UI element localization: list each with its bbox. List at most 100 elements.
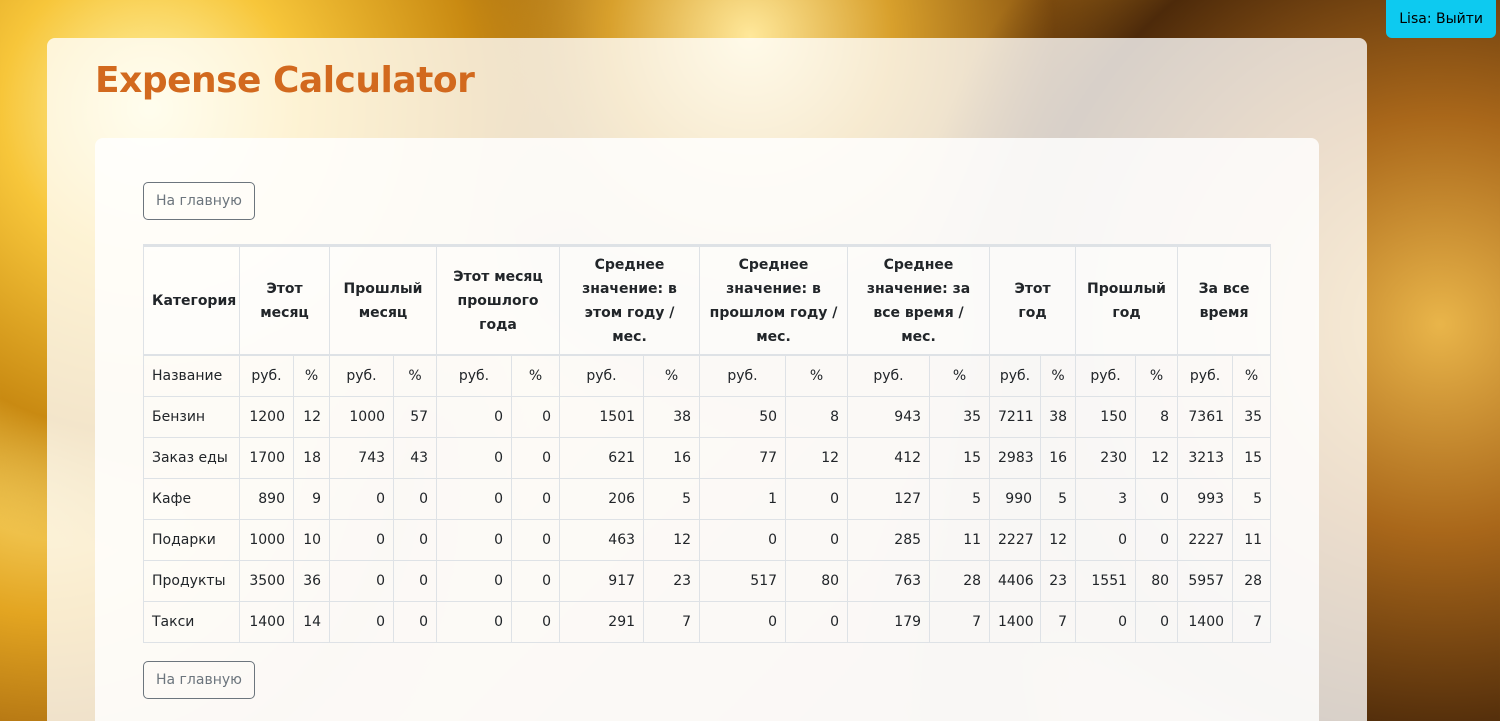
percent-cell: 43	[393, 436, 438, 479]
percent-cell: 0	[393, 559, 438, 602]
unit-label: %	[1135, 354, 1179, 397]
percent-cell: 12	[292, 395, 331, 438]
column-header: Прошлый год	[1075, 245, 1179, 356]
units-row: Название руб.% руб.% руб.% руб.% руб.% р…	[143, 354, 1272, 397]
main-container: Expense Calculator На главную Категория …	[47, 38, 1367, 721]
category-name: Продукты	[143, 559, 240, 602]
unit-label: руб.	[436, 354, 513, 397]
percent-cell: 35	[929, 395, 991, 438]
category-name: Такси	[143, 600, 240, 643]
percent-cell: 0	[511, 436, 561, 479]
table-header-row: Категория Этот месяц Прошлый месяц Этот …	[143, 245, 1272, 356]
percent-cell: 12	[643, 518, 701, 561]
percent-cell: 15	[929, 436, 991, 479]
amount-cell: 3500	[239, 559, 294, 602]
unit-label: Название	[143, 354, 240, 397]
amount-cell: 1400	[989, 600, 1042, 643]
percent-cell: 5	[1040, 477, 1077, 520]
percent-cell: 7	[643, 600, 701, 643]
percent-cell: 5	[929, 477, 991, 520]
percent-cell: 12	[785, 436, 849, 479]
amount-cell: 150	[1075, 395, 1137, 438]
percent-cell: 18	[292, 436, 331, 479]
percent-cell: 7	[1040, 600, 1077, 643]
percent-cell: 16	[1040, 436, 1077, 479]
percent-cell: 0	[1135, 600, 1179, 643]
amount-cell: 0	[436, 518, 513, 561]
percent-cell: 35	[1232, 395, 1272, 438]
home-button-top[interactable]: На главную	[143, 182, 255, 220]
percent-cell: 11	[1232, 518, 1272, 561]
percent-cell: 10	[292, 518, 331, 561]
unit-label: %	[511, 354, 561, 397]
percent-cell: 28	[1232, 559, 1272, 602]
home-button-bottom[interactable]: На главную	[143, 661, 255, 699]
percent-cell: 7	[1232, 600, 1272, 643]
amount-cell: 890	[239, 477, 294, 520]
amount-cell: 0	[329, 559, 395, 602]
amount-cell: 0	[436, 600, 513, 643]
percent-cell: 38	[643, 395, 701, 438]
amount-cell: 5957	[1177, 559, 1234, 602]
amount-cell: 943	[847, 395, 931, 438]
unit-label: руб.	[847, 354, 931, 397]
report-panel: На главную Категория Этот месяц Прошлый …	[95, 138, 1319, 721]
column-header: Среднее значение: в прошлом году / мес.	[699, 245, 849, 356]
category-name: Подарки	[143, 518, 240, 561]
amount-cell: 0	[1075, 518, 1137, 561]
expense-report-table: Категория Этот месяц Прошлый месяц Этот …	[143, 244, 1272, 643]
amount-cell: 0	[1075, 600, 1137, 643]
amount-cell: 743	[329, 436, 395, 479]
percent-cell: 5	[1232, 477, 1272, 520]
percent-cell: 8	[1135, 395, 1179, 438]
amount-cell: 3213	[1177, 436, 1234, 479]
amount-cell: 1000	[329, 395, 395, 438]
amount-cell: 917	[559, 559, 645, 602]
category-name: Кафе	[143, 477, 240, 520]
percent-cell: 5	[643, 477, 701, 520]
percent-cell: 16	[643, 436, 701, 479]
unit-label: %	[1040, 354, 1077, 397]
amount-cell: 0	[436, 477, 513, 520]
amount-cell: 621	[559, 436, 645, 479]
unit-label: %	[785, 354, 849, 397]
amount-cell: 1551	[1075, 559, 1137, 602]
amount-cell: 990	[989, 477, 1042, 520]
unit-label: руб.	[1177, 354, 1234, 397]
unit-label: руб.	[699, 354, 787, 397]
table-row: Продукты 3500 36 0 0 0 0 917 23 517 80 763 28 4406 23 1…	[143, 559, 1272, 602]
percent-cell: 0	[393, 600, 438, 643]
percent-cell: 11	[929, 518, 991, 561]
amount-cell: 0	[699, 518, 787, 561]
amount-cell: 179	[847, 600, 931, 643]
percent-cell: 0	[785, 600, 849, 643]
percent-cell: 9	[292, 477, 331, 520]
percent-cell: 38	[1040, 395, 1077, 438]
percent-cell: 0	[511, 559, 561, 602]
amount-cell: 0	[436, 436, 513, 479]
table-row: Кафе 890 9 0 0 0 0 206 5 1 0 127 5 990 5 3 0 993 5	[143, 477, 1272, 520]
column-header: Этот месяц	[238, 245, 331, 356]
amount-cell: 1200	[239, 395, 294, 438]
category-name: Бензин	[143, 395, 240, 438]
amount-cell: 230	[1075, 436, 1137, 479]
amount-cell: 0	[699, 600, 787, 643]
percent-cell: 0	[1135, 477, 1179, 520]
percent-cell: 57	[393, 395, 438, 438]
unit-label: %	[929, 354, 991, 397]
percent-cell: 0	[393, 518, 438, 561]
percent-cell: 0	[393, 477, 438, 520]
unit-label: руб.	[559, 354, 645, 397]
percent-cell: 0	[1135, 518, 1179, 561]
logout-button[interactable]: Lisa: Выйти	[1386, 0, 1496, 38]
percent-cell: 15	[1232, 436, 1272, 479]
amount-cell: 285	[847, 518, 931, 561]
amount-cell: 0	[436, 559, 513, 602]
percent-cell: 7	[929, 600, 991, 643]
percent-cell: 0	[511, 518, 561, 561]
column-header: Прошлый месяц	[329, 245, 438, 356]
percent-cell: 12	[1135, 436, 1179, 479]
amount-cell: 3	[1075, 477, 1137, 520]
percent-cell: 80	[785, 559, 849, 602]
percent-cell: 23	[1040, 559, 1077, 602]
